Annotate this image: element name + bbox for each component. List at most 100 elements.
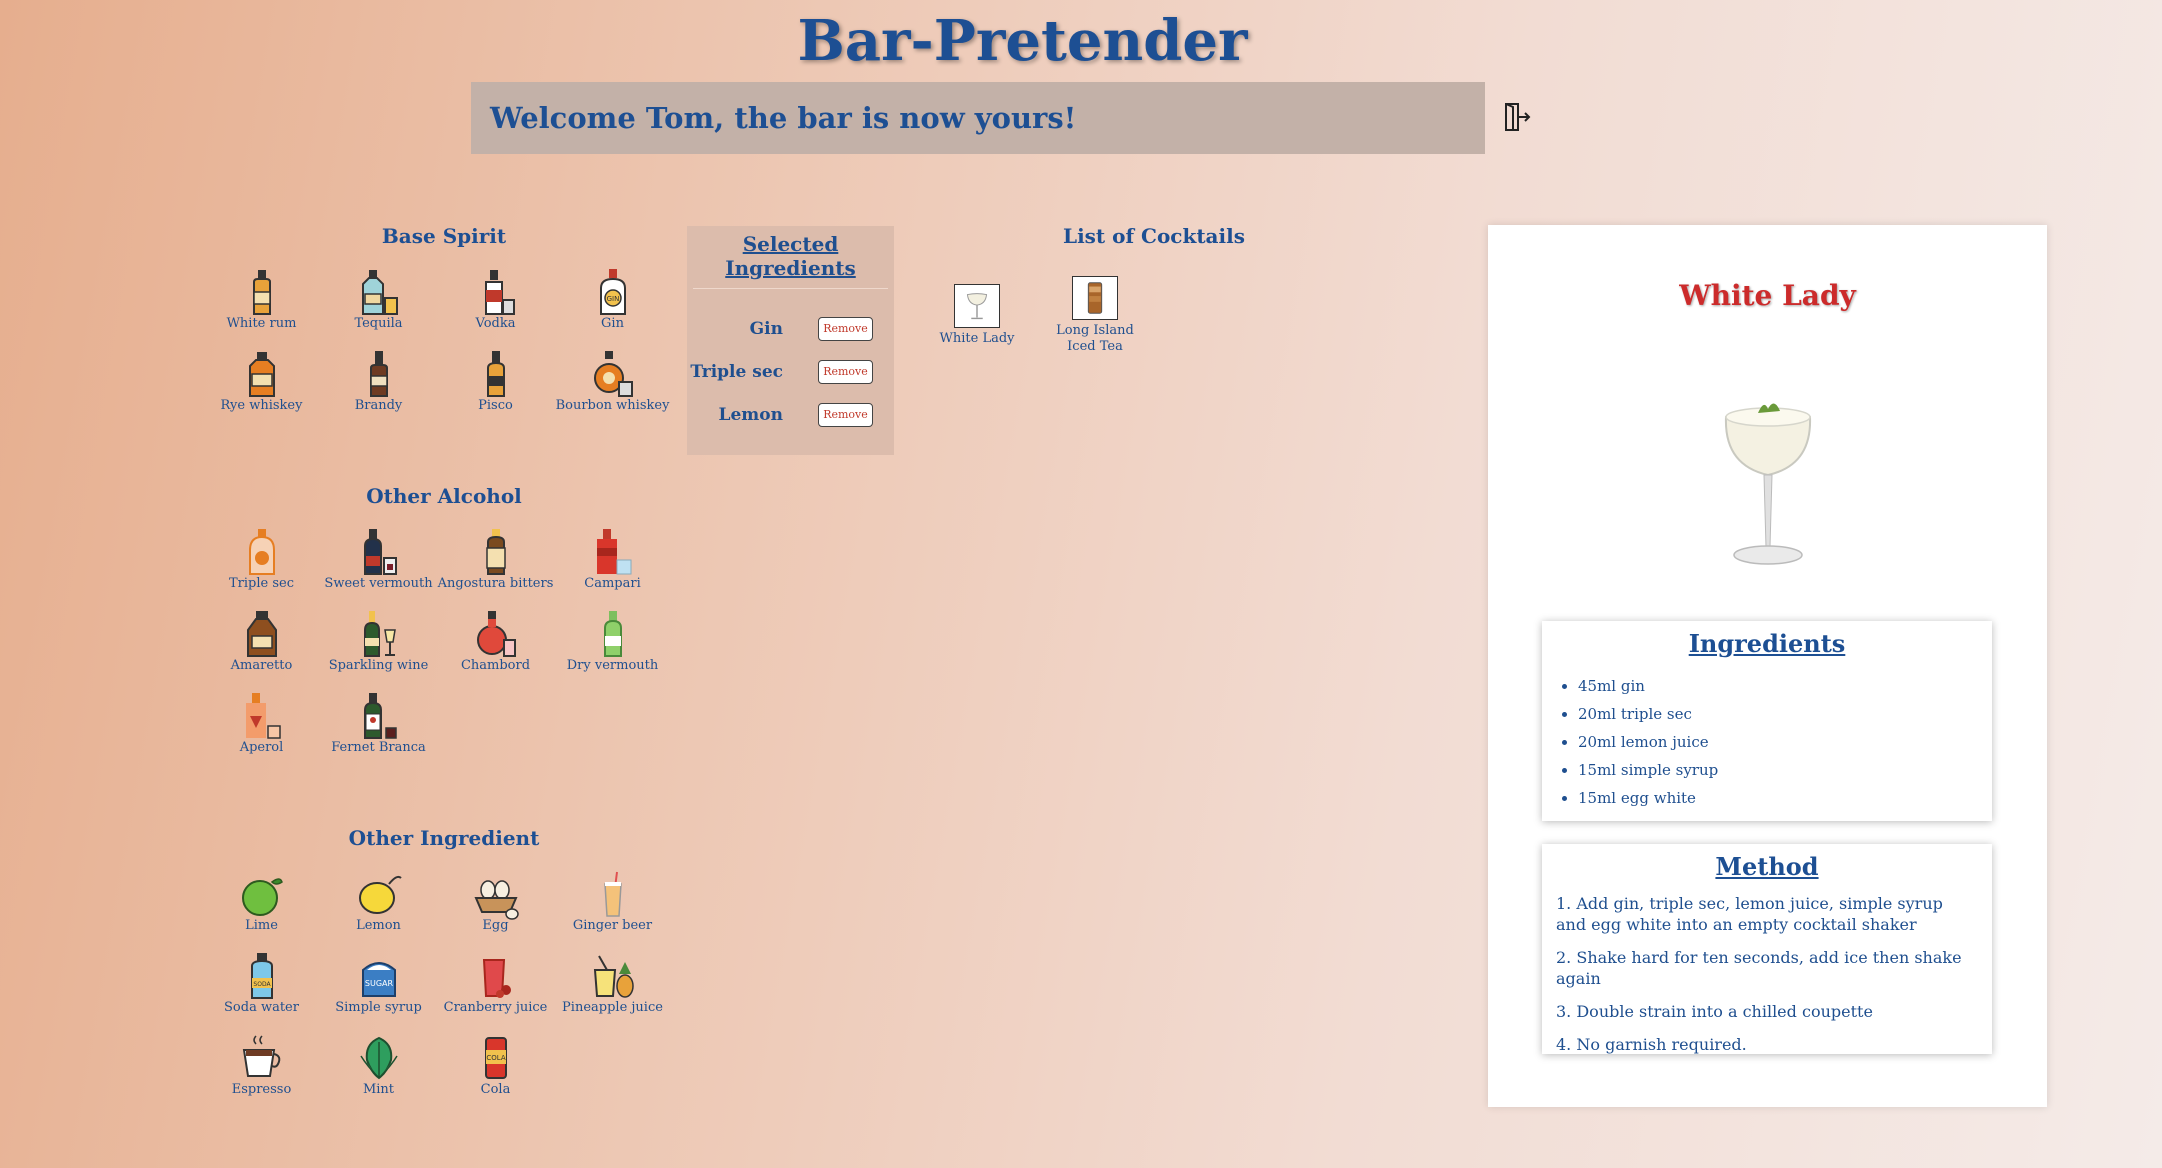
ingredient-label: Gin bbox=[601, 316, 624, 331]
coupe-glass-icon bbox=[1724, 403, 1812, 565]
ingredient-label: Sparkling wine bbox=[328, 658, 429, 673]
ingredient-fernet-branca[interactable]: Fernet Branca bbox=[320, 690, 437, 755]
ingredient-white-rum[interactable]: White rum bbox=[203, 266, 320, 331]
svg-text:SUGAR: SUGAR bbox=[364, 979, 393, 988]
ingredient-amaretto[interactable]: Amaretto bbox=[203, 608, 320, 673]
ingredient-label: White rum bbox=[226, 316, 297, 331]
ingredient-label: Espresso bbox=[231, 1082, 292, 1097]
ingredient-cranberry-juice[interactable]: Cranberry juice bbox=[437, 950, 554, 1015]
ingredient-lemon[interactable]: Lemon bbox=[320, 868, 437, 933]
ingredient-simple-syrup[interactable]: SUGAR Simple syrup bbox=[320, 950, 437, 1015]
ingredient-brandy[interactable]: Brandy bbox=[320, 348, 437, 413]
rum-bottle-icon bbox=[252, 270, 271, 315]
whiskey-bottle-icon bbox=[248, 352, 275, 397]
welcome-text: Welcome Tom, the bar is now yours! bbox=[490, 101, 1077, 135]
ingredient-label: Lemon bbox=[356, 918, 401, 933]
welcome-banner: Welcome Tom, the bar is now yours! bbox=[471, 82, 1485, 154]
remove-button[interactable]: Remove bbox=[818, 317, 873, 341]
cocktail-list-title: List of Cocktails bbox=[1063, 224, 1245, 248]
ingredient-label: Mint bbox=[362, 1082, 395, 1097]
ingredient-campari[interactable]: Campari bbox=[554, 526, 671, 591]
ingredient-aperol[interactable]: Aperol bbox=[203, 690, 320, 755]
ingredient-pisco[interactable]: Pisco bbox=[437, 348, 554, 413]
cocktail-glass-icon bbox=[954, 284, 1000, 328]
ingredient-label: Cranberry juice bbox=[443, 1000, 548, 1015]
ingredient-pineapple-juice[interactable]: Pineapple juice bbox=[554, 950, 671, 1015]
ingredient-label: Vodka bbox=[475, 316, 516, 331]
mint-leaf-icon bbox=[359, 1036, 398, 1080]
triple-sec-bottle-icon bbox=[248, 529, 275, 575]
ingredient-label: Simple syrup bbox=[335, 1000, 422, 1015]
ingredient-label: Sweet vermouth bbox=[324, 576, 433, 591]
base-spirit-title: Base Spirit bbox=[381, 224, 507, 248]
dry-vermouth-bottle-icon bbox=[603, 611, 622, 657]
ingredient-mint[interactable]: Mint bbox=[320, 1032, 437, 1097]
ingredient-label: Cola bbox=[480, 1082, 511, 1097]
method-list: 1. Add gin, triple sec, lemon juice, sim… bbox=[1542, 893, 1992, 1055]
method-step: 4. No garnish required. bbox=[1556, 1035, 1747, 1054]
lime-icon bbox=[241, 878, 283, 916]
bourbon-bottle-icon bbox=[593, 351, 633, 397]
ingredient-soda-water[interactable]: SODA Soda water bbox=[203, 950, 320, 1015]
ingredient-label: Aperol bbox=[239, 740, 284, 755]
selected-item: Lemon Remove bbox=[687, 401, 894, 431]
ingredient-label: Rye whiskey bbox=[220, 398, 303, 413]
ingredient-vodka[interactable]: Vodka bbox=[437, 266, 554, 331]
ingredient-egg[interactable]: Egg bbox=[437, 868, 554, 933]
ingredient-cola[interactable]: COLA Cola bbox=[437, 1032, 554, 1097]
ginger-beer-icon bbox=[603, 871, 622, 917]
ingredient-lime[interactable]: Lime bbox=[203, 868, 320, 933]
svg-text:GIN: GIN bbox=[606, 295, 619, 303]
ingredient-rye-whiskey[interactable]: Rye whiskey bbox=[203, 348, 320, 413]
ingredient-triple-sec[interactable]: Triple sec bbox=[203, 526, 320, 591]
ingredients-title: Ingredients bbox=[1688, 629, 1846, 658]
ingredient-gin[interactable]: GIN Gin bbox=[554, 266, 671, 331]
other-alcohol-title: Other Alcohol bbox=[366, 484, 522, 508]
svg-text:COLA: COLA bbox=[486, 1054, 505, 1062]
selected-item-name: Lemon bbox=[718, 405, 783, 425]
ingredient-label: Chambord bbox=[460, 658, 531, 673]
fernet-bottle-icon bbox=[363, 693, 397, 739]
ingredient-dry-vermouth[interactable]: Dry vermouth bbox=[554, 608, 671, 673]
ingredient-bourbon-whiskey[interactable]: Bourbon whiskey bbox=[554, 348, 671, 413]
pisco-bottle-icon bbox=[486, 351, 505, 397]
cola-can-icon: COLA bbox=[484, 1037, 507, 1079]
gin-bottle-icon: GIN bbox=[599, 269, 626, 315]
chambord-bottle-icon bbox=[476, 611, 516, 657]
ingredient-label: Egg bbox=[482, 918, 509, 933]
cocktail-detail-panel: White Lady Ingredients 45ml gin 20ml tri… bbox=[1488, 225, 2047, 1107]
ingredient-espresso[interactable]: Espresso bbox=[203, 1032, 320, 1097]
ingredient-chambord[interactable]: Chambord bbox=[437, 608, 554, 673]
ingredient-label: Fernet Branca bbox=[331, 740, 426, 755]
cocktail-card-long-island-iced-tea[interactable]: Long Island Iced Tea bbox=[1045, 276, 1145, 355]
divider bbox=[693, 288, 888, 289]
cocktail-detail-title: White Lady bbox=[1679, 279, 1856, 312]
cocktail-card-white-lady[interactable]: White Lady bbox=[927, 284, 1027, 347]
ingredient-label: Amaretto bbox=[230, 658, 293, 673]
remove-button[interactable]: Remove bbox=[818, 403, 873, 427]
method-step: 2. Shake hard for ten seconds, add ice t… bbox=[1556, 948, 1962, 988]
egg-icon bbox=[473, 880, 519, 920]
pineapple-juice-icon bbox=[593, 955, 634, 998]
selected-item: Triple sec Remove bbox=[687, 358, 894, 388]
ingredient-line: 15ml egg white bbox=[1578, 784, 1992, 812]
ingredient-label: Campari bbox=[584, 576, 641, 591]
cocktail-name: White Lady bbox=[939, 331, 1015, 346]
ingredient-sweet-vermouth[interactable]: Sweet vermouth bbox=[320, 526, 437, 591]
ingredients-card: Ingredients 45ml gin 20ml triple sec 20m… bbox=[1542, 621, 1992, 821]
selected-ingredients-panel: Selected Ingredients Gin Remove Triple s… bbox=[687, 226, 894, 455]
soda-water-icon: SODA bbox=[250, 953, 273, 999]
ingredient-line: 20ml lemon juice bbox=[1578, 728, 1992, 756]
vodka-bottle-icon bbox=[484, 270, 515, 315]
method-step: 3. Double strain into a chilled coupette bbox=[1556, 1002, 1873, 1021]
ingredient-ginger-beer[interactable]: Ginger beer bbox=[554, 868, 671, 933]
method-title: Method bbox=[1715, 852, 1819, 881]
method-step: 1. Add gin, triple sec, lemon juice, sim… bbox=[1556, 894, 1943, 934]
ingredient-label: Tequila bbox=[354, 316, 403, 331]
ingredient-angostura-bitters[interactable]: Angostura bitters bbox=[437, 526, 554, 591]
logout-icon[interactable] bbox=[1501, 101, 1533, 133]
ingredient-tequila[interactable]: Tequila bbox=[320, 266, 437, 331]
remove-button[interactable]: Remove bbox=[818, 360, 873, 384]
coffee-cup-icon bbox=[242, 1035, 280, 1077]
ingredient-sparkling-wine[interactable]: Sparkling wine bbox=[320, 608, 437, 673]
